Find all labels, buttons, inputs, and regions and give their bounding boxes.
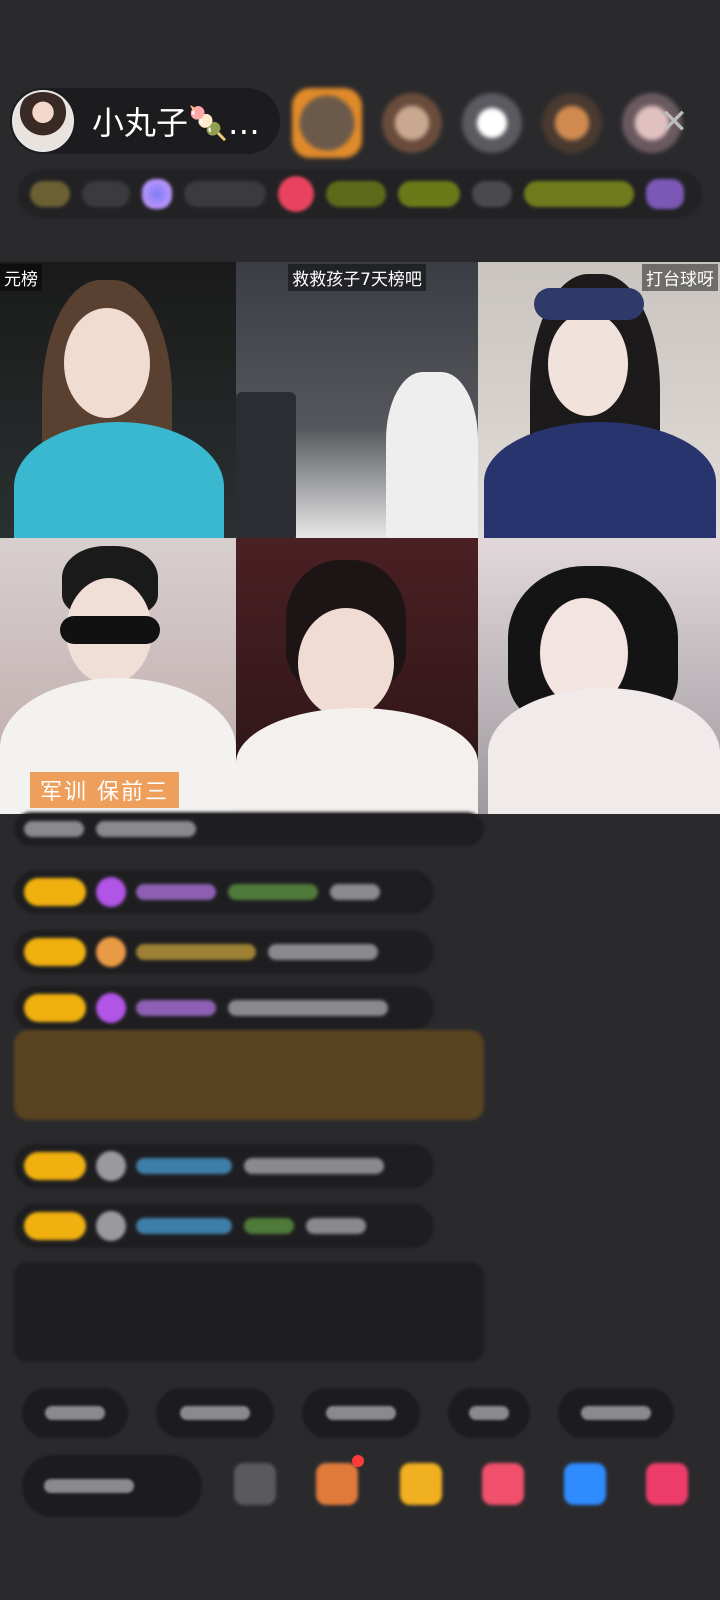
video-tile[interactable]: 救救孩子7天榜吧 xyxy=(236,262,478,538)
info-chip xyxy=(472,181,512,207)
quick-reply-chip[interactable] xyxy=(302,1388,420,1438)
viewer-avatar[interactable] xyxy=(542,93,602,153)
tile-label: 元榜 xyxy=(0,264,42,291)
chat-message xyxy=(14,1144,434,1188)
gift-icon[interactable] xyxy=(646,179,684,209)
quick-replies xyxy=(22,1388,674,1438)
level-badge xyxy=(30,181,70,207)
info-chip xyxy=(82,181,130,207)
viewer-list xyxy=(292,88,682,158)
chat-message xyxy=(14,930,434,974)
host-avatar[interactable] xyxy=(12,90,74,152)
close-icon[interactable]: ✕ xyxy=(652,100,696,144)
bottom-bar xyxy=(0,1455,720,1535)
viewer-avatar[interactable] xyxy=(462,93,522,153)
follow-icon[interactable] xyxy=(278,176,314,212)
rank-icon xyxy=(142,179,172,209)
video-grid: 元榜 救救孩子7天榜吧 打台球呀 军训 保前三 xyxy=(0,262,720,814)
quick-reply-chip[interactable] xyxy=(156,1388,274,1438)
link-mic-icon[interactable] xyxy=(482,1463,524,1505)
notification-dot xyxy=(352,1455,364,1467)
chat-message xyxy=(14,870,434,914)
info-chip xyxy=(184,181,266,207)
chat-message xyxy=(14,986,434,1030)
quick-reply-chip[interactable] xyxy=(558,1388,674,1438)
gift-icon[interactable] xyxy=(646,1463,688,1505)
share-icon[interactable] xyxy=(564,1463,606,1505)
tile-bottom-label: 军训 保前三 xyxy=(30,772,179,808)
tile-label: 打台球呀 xyxy=(642,264,718,291)
gift-box-icon[interactable] xyxy=(400,1463,442,1505)
video-tile[interactable]: 打台球呀 xyxy=(478,262,720,538)
host-name: 小丸子🍡… xyxy=(92,104,260,142)
tile-label: 救救孩子7天榜吧 xyxy=(288,264,426,291)
chat-message xyxy=(14,1204,434,1248)
shop-icon[interactable] xyxy=(316,1463,358,1505)
quick-reply-chip[interactable] xyxy=(448,1388,530,1438)
viewer-avatar[interactable] xyxy=(382,93,442,153)
info-strip xyxy=(18,170,702,218)
video-tile[interactable] xyxy=(478,538,720,814)
viewer-avatar[interactable] xyxy=(292,88,362,158)
chat-message xyxy=(14,812,484,846)
emoji-icon[interactable] xyxy=(234,1463,276,1505)
system-message xyxy=(14,1030,484,1120)
tag-chip[interactable] xyxy=(524,181,634,207)
video-tile[interactable]: 元榜 xyxy=(0,262,236,538)
system-notice xyxy=(14,1262,484,1362)
tag-chip[interactable] xyxy=(398,181,460,207)
video-tile[interactable] xyxy=(236,538,478,814)
video-tile[interactable]: 军训 保前三 xyxy=(0,538,236,814)
tag-chip[interactable] xyxy=(326,181,386,207)
comment-input[interactable] xyxy=(22,1455,202,1517)
host-info[interactable]: 小丸子🍡… xyxy=(10,88,280,154)
quick-reply-chip[interactable] xyxy=(22,1388,128,1438)
